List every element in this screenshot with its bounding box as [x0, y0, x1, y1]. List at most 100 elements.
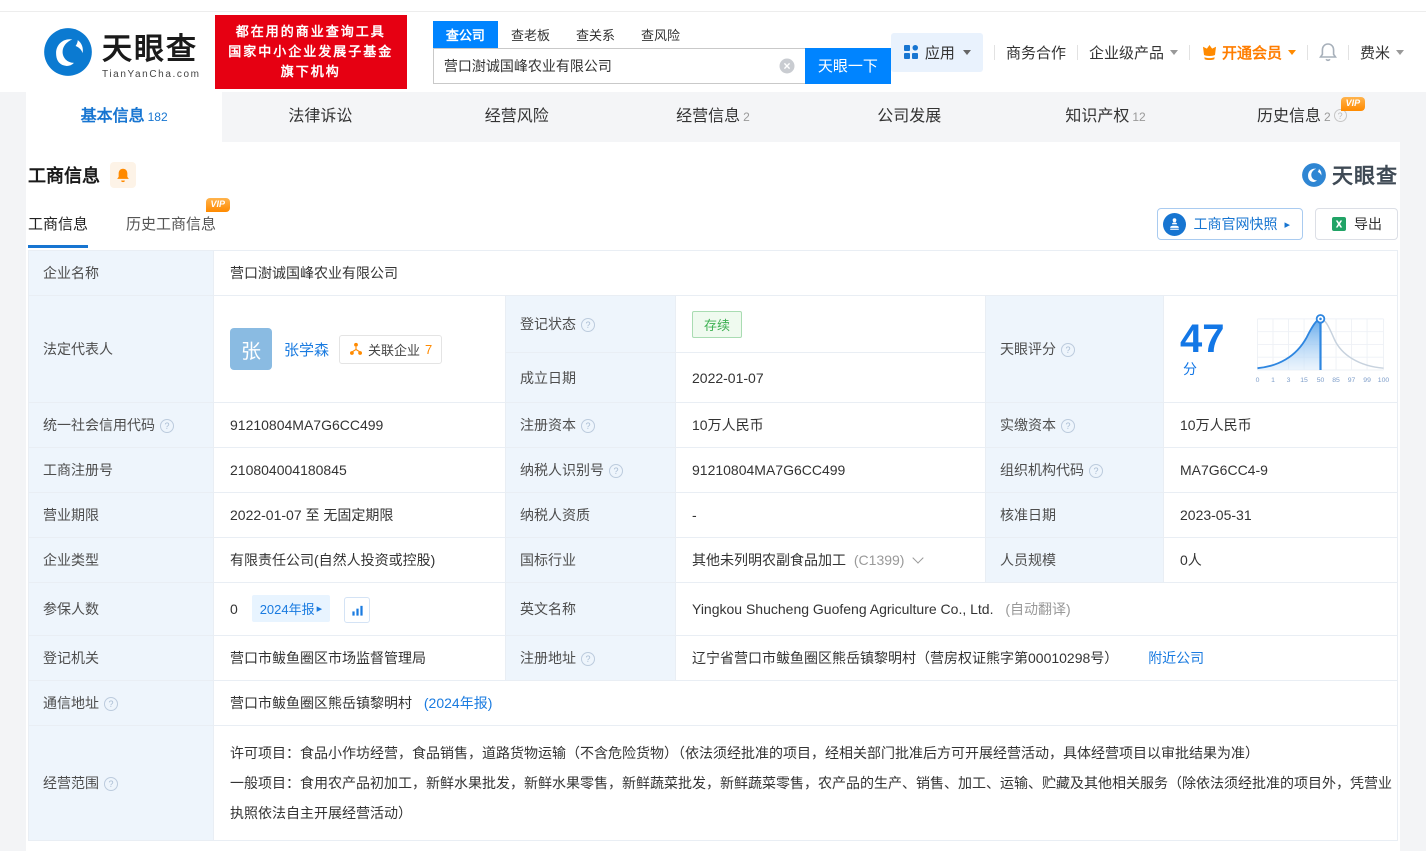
- search-input[interactable]: [433, 48, 805, 84]
- promo-line1: 都在用的商业查询工具: [225, 22, 397, 42]
- approval-date-value: 2023-05-31: [1164, 493, 1398, 538]
- tab-history-info[interactable]: 历史信息2 VIP: [1204, 92, 1400, 142]
- help-icon[interactable]: [581, 419, 595, 433]
- svg-text:99: 99: [1363, 377, 1371, 384]
- tab-company-development[interactable]: 公司发展: [811, 92, 1007, 142]
- table-row: 参保人数 0 2024年报▸: [29, 583, 1398, 636]
- reg-address-label: 注册地址: [506, 636, 676, 681]
- help-icon[interactable]: [104, 697, 118, 711]
- org-code-value: MA7G6CC4-9: [1164, 448, 1398, 493]
- table-row: 企业类型 有限责任公司(自然人投资或控股) 国标行业 其他未列明农副食品加工 (…: [29, 538, 1398, 583]
- business-scope-label: 经营范围: [29, 726, 214, 841]
- open-vip-link[interactable]: 开通会员: [1201, 42, 1296, 63]
- promo-line2: 国家中小企业发展子基金旗下机构: [225, 42, 397, 82]
- official-snapshot-button[interactable]: 工商官网快照 ▸: [1157, 208, 1303, 240]
- user-menu[interactable]: 费米: [1360, 42, 1404, 63]
- business-info-table: 企业名称 营口澍诚国峰农业有限公司 法定代表人 张 张学森: [28, 250, 1398, 841]
- help-icon[interactable]: [160, 419, 174, 433]
- annual-report-badge[interactable]: 2024年报▸: [252, 595, 330, 622]
- help-icon[interactable]: [581, 318, 595, 332]
- subscribe-bell-button[interactable]: [110, 162, 136, 188]
- tianyancha-logo[interactable]: 天眼查 TianYanCha.com: [42, 24, 201, 80]
- table-row: 统一社会信用代码 91210804MA7G6CC499 注册资本 10万人民币 …: [29, 403, 1398, 448]
- table-row: 企业名称 营口澍诚国峰农业有限公司: [29, 251, 1398, 296]
- legal-rep-label: 法定代表人: [29, 296, 214, 403]
- business-cooperation-link[interactable]: 商务合作: [1006, 42, 1066, 63]
- english-name-cell: Yingkou Shucheng Guofeng Agriculture Co.…: [676, 583, 1398, 636]
- table-row: 营业期限 2022-01-07 至 无固定期限 纳税人资质 - 核准日期 202…: [29, 493, 1398, 538]
- legal-rep-name-link[interactable]: 张学森: [284, 339, 329, 360]
- tab-legal-litigation[interactable]: 法律诉讼: [222, 92, 418, 142]
- company-name-label: 企业名称: [29, 251, 214, 296]
- approval-date-label: 核准日期: [986, 493, 1164, 538]
- tab-intellectual-property[interactable]: 知识产权12: [1007, 92, 1203, 142]
- chevron-down-icon[interactable]: [913, 552, 924, 563]
- search-block: 查公司 查老板 查关系 查风险 天眼一下: [433, 21, 891, 84]
- notifications-bell-icon[interactable]: [1319, 42, 1337, 62]
- reg-number-value: 210804004180845: [214, 448, 506, 493]
- svg-text:15: 15: [1300, 377, 1308, 384]
- reg-authority-label: 登记机关: [29, 636, 214, 681]
- business-scope-line1: 许可项目：食品小作坊经营，食品销售，道路货物运输（不含危险货物）（依法须经批准的…: [230, 738, 1397, 768]
- business-info-section: 工商信息 天眼查 工商信息 历史工商信息: [26, 142, 1400, 851]
- export-button[interactable]: 导出: [1315, 208, 1398, 240]
- annual-report-link[interactable]: (2024年报): [424, 695, 492, 711]
- help-icon[interactable]: [104, 777, 118, 791]
- help-icon[interactable]: [1061, 419, 1075, 433]
- nearby-companies-link[interactable]: 附近公司: [1148, 650, 1204, 666]
- search-tab-boss[interactable]: 查老板: [498, 21, 563, 48]
- bar-chart-icon: [351, 604, 364, 617]
- industry-cell[interactable]: 其他未列明农副食品加工 (C1399): [676, 538, 986, 583]
- paid-capital-label: 实缴资本: [986, 403, 1164, 448]
- excel-icon: [1331, 216, 1347, 232]
- vip-badge: VIP: [1341, 97, 1366, 111]
- taxpayer-id-value: 91210804MA7G6CC499: [676, 448, 986, 493]
- subtab-business-info[interactable]: 工商信息: [28, 213, 88, 248]
- legal-rep-avatar[interactable]: 张: [230, 328, 272, 370]
- apps-menu[interactable]: 应用: [891, 33, 983, 72]
- insured-trend-button[interactable]: [344, 597, 370, 623]
- company-name-value: 营口澍诚国峰农业有限公司: [214, 251, 1398, 296]
- business-scope-cell: 许可项目：食品小作坊经营，食品销售，道路货物运输（不含危险货物）（依法须经批准的…: [214, 726, 1398, 841]
- svg-text:3: 3: [1287, 377, 1291, 384]
- enterprise-products-link[interactable]: 企业级产品: [1089, 42, 1178, 63]
- divider: [1077, 45, 1078, 60]
- credit-code-label: 统一社会信用代码: [29, 403, 214, 448]
- score-label: 天眼评分: [986, 296, 1164, 403]
- paid-capital-value: 10万人民币: [1164, 403, 1398, 448]
- watermark-logo: 天眼查: [1301, 160, 1398, 190]
- subtab-history-business-info[interactable]: 历史工商信息 VIP: [126, 213, 216, 248]
- divider: [994, 45, 995, 60]
- credit-code-value: 91210804MA7G6CC499: [214, 403, 506, 448]
- staff-size-value: 0人: [1164, 538, 1398, 583]
- company-type-label: 企业类型: [29, 538, 214, 583]
- help-icon[interactable]: [581, 652, 595, 666]
- search-button[interactable]: 天眼一下: [805, 48, 891, 84]
- help-icon[interactable]: [609, 464, 623, 478]
- chevron-down-icon: [1396, 50, 1404, 55]
- tab-basic-info[interactable]: 基本信息182: [26, 92, 222, 142]
- search-tab-company[interactable]: 查公司: [433, 21, 498, 48]
- table-row: 通信地址 营口市鲅鱼圈区熊岳镇黎明村 (2024年报): [29, 681, 1398, 726]
- vip-badge: VIP: [206, 198, 231, 212]
- help-icon[interactable]: [1061, 343, 1075, 357]
- svg-text:97: 97: [1348, 377, 1356, 384]
- taxpayer-id-label: 纳税人识别号: [506, 448, 676, 493]
- tab-operation-info[interactable]: 经营信息2: [615, 92, 811, 142]
- search-tab-relation[interactable]: 查关系: [563, 21, 628, 48]
- chevron-down-icon: [1170, 50, 1178, 55]
- tab-operation-risk[interactable]: 经营风险: [419, 92, 615, 142]
- related-companies-badge[interactable]: 关联企业 7: [339, 335, 442, 364]
- username: 费米: [1360, 42, 1390, 63]
- top-strip: [0, 0, 1426, 12]
- clear-search-icon[interactable]: [779, 58, 795, 74]
- search-tab-risk[interactable]: 查风险: [628, 21, 693, 48]
- industry-label: 国标行业: [506, 538, 676, 583]
- watermark-swirl-icon: [1301, 162, 1327, 188]
- reg-status-cell: 存续: [676, 296, 986, 353]
- taxpayer-quality-label: 纳税人资质: [506, 493, 676, 538]
- help-icon[interactable]: [1334, 109, 1347, 122]
- staff-size-label: 人员规模: [986, 538, 1164, 583]
- help-icon[interactable]: [1089, 464, 1103, 478]
- business-term-label: 营业期限: [29, 493, 214, 538]
